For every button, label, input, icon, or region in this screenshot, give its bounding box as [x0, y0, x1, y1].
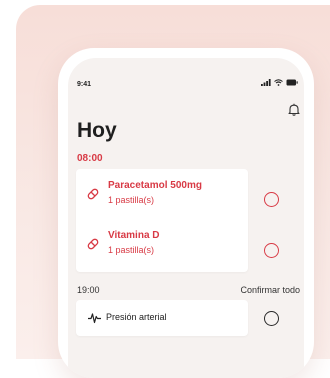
page-title: Hoy	[77, 119, 117, 142]
wifi-icon	[274, 79, 283, 86]
confirm-checkbox[interactable]	[264, 311, 279, 326]
time-slot-label: 08:00	[77, 153, 103, 164]
status-time: 9:41	[77, 81, 92, 88]
signal-icon	[261, 79, 271, 86]
confirm-checkbox[interactable]	[264, 243, 279, 258]
phone-mockup: 9:41 Hoy 08:00 Paracetamol 500mg 1 pasti…	[58, 48, 314, 378]
medication-card: Paracetamol 500mg 1 pastilla(s) Vitamina…	[76, 169, 248, 272]
medication-dose: 1 pastilla(s)	[108, 195, 155, 205]
medication-item[interactable]: Paracetamol 500mg 1 pastilla(s)	[76, 171, 248, 221]
time-slot-label: 19:00	[77, 285, 100, 295]
confirm-all-button[interactable]: Confirmar todo	[240, 285, 300, 295]
measurement-name: Presión arterial	[106, 312, 167, 322]
heartbeat-icon	[88, 313, 101, 324]
medication-item[interactable]: Vitamina D 1 pastilla(s)	[76, 221, 248, 271]
medication-dose: 1 pastilla(s)	[108, 245, 155, 255]
pill-icon	[87, 188, 99, 200]
medication-name: Vitamina D	[108, 230, 160, 241]
confirm-checkbox[interactable]	[264, 192, 279, 207]
medication-name: Paracetamol 500mg	[108, 180, 202, 191]
battery-icon	[286, 79, 298, 86]
pill-icon	[87, 238, 99, 250]
bell-icon[interactable]	[288, 103, 300, 116]
measurement-card[interactable]: Presión arterial	[76, 300, 248, 336]
status-icons	[261, 79, 298, 86]
